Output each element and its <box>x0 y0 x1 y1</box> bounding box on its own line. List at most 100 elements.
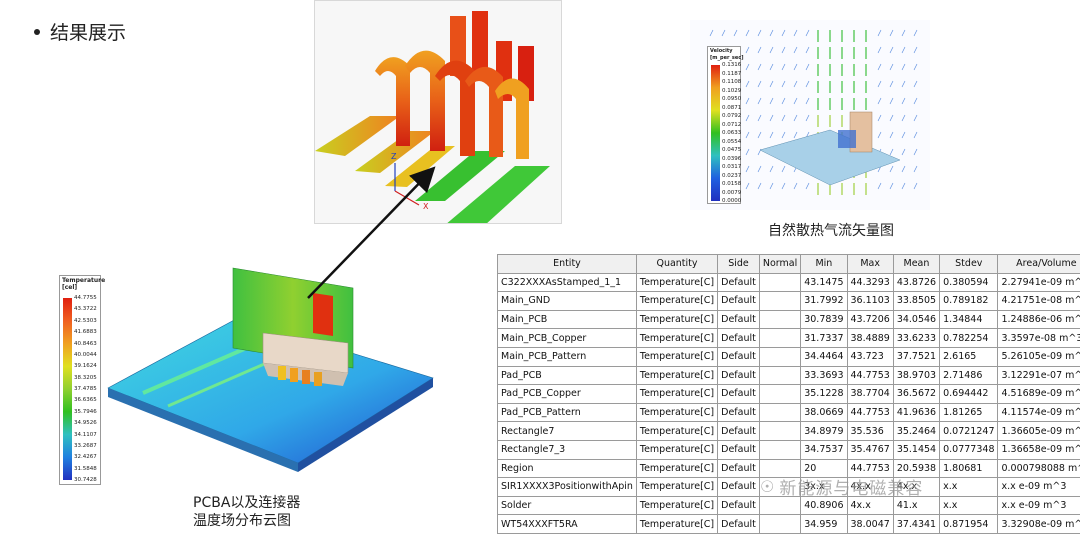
connector-thermal-svg: Z X <box>315 11 550 223</box>
legend-tick-label: 32.4267 <box>74 454 97 461</box>
table-cell: 41.9636 <box>892 402 941 423</box>
table-row: Pad_PCB_Copper Temperature[C] Default 35.12… <box>497 384 1080 404</box>
table-cell: 34.8979 <box>800 421 848 441</box>
column-header: Area/Volume <box>997 254 1080 274</box>
legend-tick-label: 41.6883 <box>74 329 97 336</box>
table-cell: 2.6165 <box>939 346 999 367</box>
table-cell: 1.34844 <box>939 309 999 330</box>
table-cell: 4.11574e-09 m^3 <box>997 402 1080 423</box>
table-cell: x.x e-09 m^3 <box>997 477 1080 497</box>
table-cell: 1.81265 <box>939 402 999 423</box>
table-cell: Temperature[C] <box>635 421 719 441</box>
velocity-arrow <box>745 97 750 105</box>
table-cell: Default <box>717 495 760 516</box>
table-cell: Main_PCB_Pattern <box>497 346 637 367</box>
table-cell <box>758 365 802 386</box>
velocity-arrow <box>709 29 714 37</box>
table-cell: Temperature[C] <box>635 346 719 367</box>
table-cell: 5.26105e-09 m^3 <box>997 346 1080 367</box>
velocity-arrow <box>805 29 810 37</box>
table-cell: Temperature[C] <box>635 402 719 423</box>
table-cell: 43.1475 <box>800 272 848 293</box>
legend-tick-label: 0.0396 <box>722 155 742 162</box>
table-cell: 43.7206 <box>846 309 894 330</box>
velocity-arrow <box>745 182 750 190</box>
velocity-arrow <box>889 182 894 190</box>
table-cell: 44.7753 <box>846 402 894 423</box>
velocity-arrow <box>721 29 726 37</box>
velocity-arrow <box>913 114 918 122</box>
table-cell: Default <box>717 458 760 479</box>
table-cell: Temperature[C] <box>635 309 719 330</box>
velocity-arrow <box>757 29 762 37</box>
legend-tick-label: 40.8463 <box>74 340 97 347</box>
table-cell: 33.8505 <box>892 291 941 311</box>
table-cell: 40.8906 <box>800 495 848 516</box>
table-cell: Temperature[C] <box>635 514 719 534</box>
table-cell: Rectangle7_3 <box>497 439 637 460</box>
table-cell: 1.80681 <box>939 458 999 479</box>
table-row: Main_GND Temperature[C] Default 31.7992 36.1… <box>497 291 1080 311</box>
table-cell: 2.71486 <box>939 365 999 386</box>
velocity-arrow <box>889 97 894 105</box>
velocity-arrow <box>913 29 918 37</box>
table-cell: Temperature[C] <box>635 439 719 460</box>
airflow-caption: 自然散热气流矢量图 <box>768 223 894 239</box>
bullet-dot <box>34 28 40 35</box>
table-cell: Default <box>717 477 760 497</box>
velocity-arrow <box>889 80 894 88</box>
velocity-arrow <box>769 131 774 139</box>
pcba-caption-line1: PCBA以及连接器 <box>193 495 301 511</box>
velocity-arrow <box>901 80 906 88</box>
legend-tick-label: 40.0044 <box>74 351 97 358</box>
table-cell <box>758 495 802 516</box>
velocity-arrow <box>901 182 906 190</box>
velocity-arrow <box>769 165 774 173</box>
slide-title-text: 结果展示 <box>50 22 127 44</box>
velocity-arrow <box>745 165 750 173</box>
velocity-arrow <box>793 46 798 54</box>
velocity-arrow <box>757 131 762 139</box>
table-cell: Rectangle7 <box>497 421 637 441</box>
connector-body-shape <box>838 130 856 148</box>
velocity-arrow <box>877 131 882 139</box>
legend-tick-label: 44.7755 <box>74 295 97 301</box>
table-cell: 38.7704 <box>846 384 894 404</box>
legend-tick-label: 0.0633 <box>722 130 742 136</box>
table-cell: Temperature[C] <box>635 458 719 479</box>
velocity-arrow <box>889 114 894 122</box>
legend-tick-label: 34.9526 <box>74 420 97 427</box>
wechat-icon: ☉ <box>760 477 776 496</box>
temperature-legend-bar <box>63 298 72 480</box>
velocity-legend-bar <box>711 65 720 201</box>
velocity-arrow <box>769 182 774 190</box>
legend-tick-label: 0.0554 <box>722 138 742 145</box>
column-header: Stdev <box>939 254 999 274</box>
velocity-arrow <box>781 114 786 122</box>
axis-label-z: Z <box>391 152 397 161</box>
velocity-arrow <box>901 148 906 156</box>
legend-tick-label: 0.1108 <box>722 79 742 85</box>
velocity-arrow <box>769 114 774 122</box>
table-cell <box>758 272 802 293</box>
column-header: Mean <box>892 254 941 274</box>
velocity-arrow <box>805 80 810 88</box>
velocity-arrow <box>757 114 762 122</box>
column-header: Side <box>717 254 760 274</box>
table-cell: Default <box>717 402 760 423</box>
velocity-arrow <box>901 46 906 54</box>
velocity-arrow <box>745 114 750 122</box>
velocity-arrow <box>769 97 774 105</box>
table-row: Rectangle7_3 Temperature[C] Default 34.7537… <box>497 439 1080 460</box>
table-row: WT54XXXFT5RA Temperature[C] Default 34.959 3… <box>497 514 1080 534</box>
legend-tick-label: 0.0317 <box>722 164 742 170</box>
legend-tick-label: 0.1187 <box>722 70 742 77</box>
pcba-thermal-image <box>58 258 468 488</box>
velocity-arrow <box>757 97 762 105</box>
table-cell: Default <box>717 514 760 534</box>
hot-spot <box>313 293 333 336</box>
velocity-arrow <box>769 63 774 71</box>
velocity-arrow <box>805 182 810 190</box>
table-cell: 31.7992 <box>800 291 848 311</box>
table-cell: Default <box>717 272 760 293</box>
